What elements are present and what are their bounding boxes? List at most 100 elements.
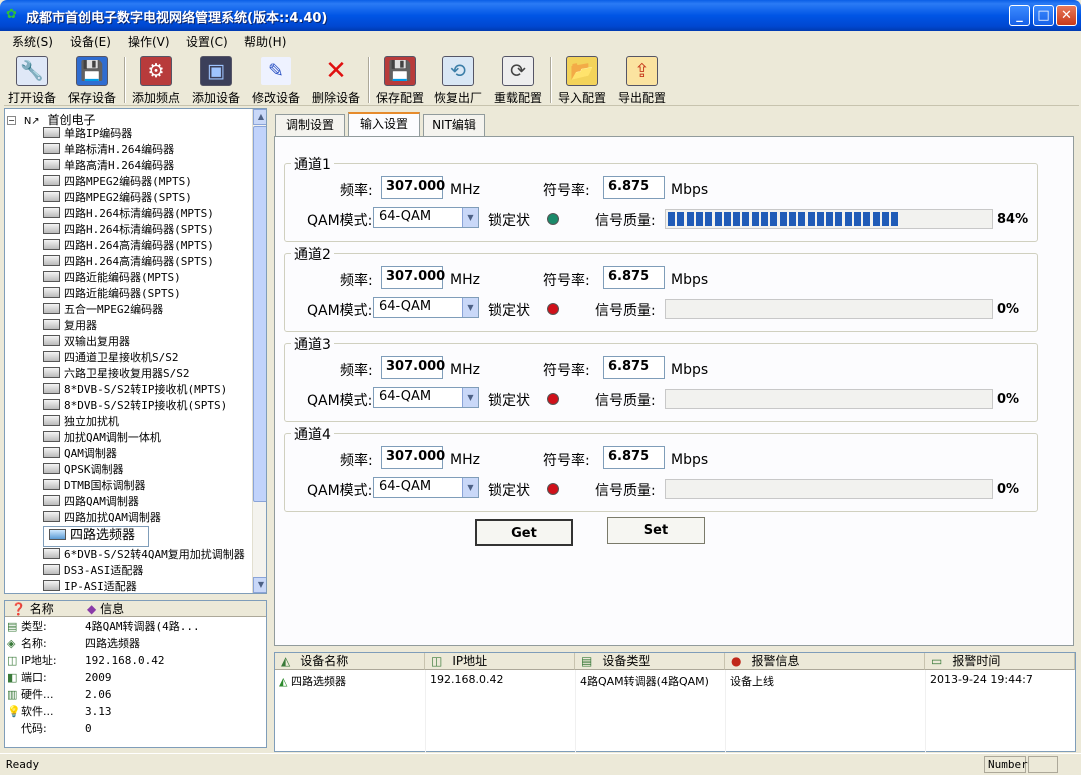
tree-item[interactable]: 四路MPEG2编码器(SPTS) [43, 190, 245, 206]
tree-item[interactable]: 四路近能编码器(SPTS) [43, 286, 245, 302]
tree-item[interactable]: 独立加扰机 [43, 414, 245, 430]
tree-item[interactable]: 8*DVB-S/S2转IP接收机(MPTS) [43, 382, 245, 398]
menu-device[interactable]: 设备(E) [70, 33, 111, 50]
scroll-down-icon[interactable]: ▼ [253, 577, 266, 593]
symbol-rate-unit: Mbps [671, 272, 709, 288]
chevron-down-icon[interactable]: ▼ [462, 478, 478, 497]
add-device-button[interactable]: ▣ 添加设备 [188, 53, 244, 105]
qam-mode-label: QAM模式: [307, 303, 373, 319]
alarm-column-header[interactable]: ▤ 设备类型 [575, 653, 725, 670]
menu-system[interactable]: 系统(S) [12, 33, 53, 50]
qam-mode-select[interactable]: 64-QAM ▼ [373, 477, 479, 498]
scroll-thumb[interactable] [253, 126, 266, 502]
signal-quality-label: 信号质量: [595, 303, 656, 319]
tree-item[interactable]: 复用器 [43, 318, 245, 334]
tree-item[interactable]: 四路QAM调制器 [43, 494, 245, 510]
tree-item[interactable]: 五合一MPEG2编码器 [43, 302, 245, 318]
tree-item[interactable]: DTMB国标调制器 [43, 478, 245, 494]
qam-mode-select[interactable]: 64-QAM ▼ [373, 297, 479, 318]
tree-item-label: 单路高清H.264编码器 [64, 159, 175, 172]
tree-item[interactable]: 六路卫星接收复用器S/S2 [43, 366, 245, 382]
export-config-button[interactable]: ⇪ 导出配置 [614, 53, 670, 105]
frequency-label: 频率: [340, 453, 373, 469]
info-key: 💡软件... [7, 703, 85, 720]
save-device-button[interactable]: 💾 保存设备 [64, 53, 120, 105]
alarm-cell-text: 192.168.0.42 [430, 673, 504, 686]
frequency-input[interactable]: 307.000 [381, 356, 445, 379]
edit-device-button[interactable]: ✎ 修改设备 [248, 53, 304, 105]
close-button[interactable]: ✕ [1056, 5, 1077, 26]
tree-item[interactable]: 四路加扰QAM调制器 [43, 510, 245, 526]
chevron-down-icon[interactable]: ▼ [462, 388, 478, 407]
tree-item[interactable]: 加扰QAM调制一体机 [43, 430, 245, 446]
menu-help[interactable]: 帮助(H) [244, 33, 286, 50]
frequency-input[interactable]: 307.000 [381, 446, 445, 469]
tree-item[interactable]: 四路近能编码器(MPTS) [43, 270, 245, 286]
tree-scrollbar[interactable]: ▲ ▼ [252, 109, 266, 593]
tree-item-label: 四路H.264高清编码器(SPTS) [64, 255, 214, 268]
get-button[interactable]: Get [475, 519, 573, 546]
signal-quality-value: 84% [997, 212, 1029, 227]
save-config-button[interactable]: 💾 保存配置 [372, 53, 428, 105]
tree-item[interactable]: 四路选频器 [43, 526, 149, 547]
tree-item[interactable]: DS3-ASI适配器 [43, 563, 245, 579]
tree-item[interactable]: 四路H.264标清编码器(SPTS) [43, 222, 245, 238]
info-column-header[interactable]: ◆ 信息 [87, 601, 124, 617]
delete-device-button[interactable]: ✕ 删除设备 [308, 53, 364, 105]
menu-operation[interactable]: 操作(V) [128, 33, 170, 50]
alarm-cell-text: 2013-9-24 19:44:7 [930, 673, 1033, 686]
minimize-button[interactable]: _ [1009, 5, 1030, 26]
frequency-input[interactable]: 307.000 [381, 266, 445, 289]
title-bar[interactable]: ✿ 成都市首创电子数字电视网络管理系统(版本::4.40) _ □ ✕ [0, 0, 1081, 31]
symbol-rate-input[interactable]: 6.875 [603, 176, 665, 199]
tree-item[interactable]: 四通道卫星接收机S/S2 [43, 350, 245, 366]
signal-quality-bar [665, 479, 993, 499]
frequency-input[interactable]: 307.000 [381, 176, 445, 199]
tree-item[interactable]: 8*DVB-S/S2转IP接收机(SPTS) [43, 398, 245, 414]
alarm-column-header[interactable]: ● 报警信息 [725, 653, 925, 670]
import-config-button[interactable]: 📂 导入配置 [554, 53, 610, 105]
chevron-down-icon[interactable]: ▼ [462, 208, 478, 227]
eraser-icon: ◆ [87, 602, 97, 616]
alarm-column-header[interactable]: ◫ IP地址 [425, 653, 575, 670]
factory-reset-button[interactable]: ⟲ 恢复出厂 [430, 53, 486, 105]
open-device-button[interactable]: 🔧 打开设备 [4, 53, 60, 105]
name-column-header[interactable]: ❓ 名称 [11, 601, 54, 617]
tree-item[interactable]: 四路H.264高清编码器(SPTS) [43, 254, 245, 270]
signal-quality-value: 0% [997, 482, 1020, 497]
symbol-rate-input[interactable]: 6.875 [603, 266, 665, 289]
scroll-up-icon[interactable]: ▲ [253, 109, 266, 125]
alarm-list[interactable]: ◭ 设备名称 ◫ IP地址 ▤ 设备类型 ● 报警信息 ▭ 报警时间 ◭ 四路选频器 192.168… [274, 652, 1076, 753]
tree-item[interactable]: 四路MPEG2编码器(MPTS) [43, 174, 245, 190]
qam-mode-select[interactable]: 64-QAM ▼ [373, 207, 479, 228]
alarm-column-header[interactable]: ▭ 报警时间 [925, 653, 1075, 670]
tree-item[interactable]: 单路IP编码器 [43, 126, 245, 142]
tree-item[interactable]: 6*DVB-S/S2转4QAM复用加扰调制器 [43, 547, 245, 563]
set-button[interactable]: Set [607, 517, 705, 544]
alarm-column-header[interactable]: ◭ 设备名称 [275, 653, 425, 670]
maximize-button[interactable]: □ [1033, 5, 1054, 26]
reload-config-button[interactable]: ⟳ 重载配置 [490, 53, 546, 105]
symbol-rate-input[interactable]: 6.875 [603, 446, 665, 469]
chevron-down-icon[interactable]: ▼ [462, 298, 478, 317]
tree-item[interactable]: QAM调制器 [43, 446, 245, 462]
tree-item[interactable]: 四路H.264高清编码器(MPTS) [43, 238, 245, 254]
tab-input[interactable]: 输入设置 [348, 112, 420, 136]
collapse-toggle-icon[interactable]: − [7, 116, 16, 125]
tree-item[interactable]: 单路标清H.264编码器 [43, 142, 245, 158]
add-frequency-button[interactable]: ⚙ 添加频点 [128, 53, 184, 105]
device-tree[interactable]: − N↗ 首创电子 单路IP编码器 单路标清H.264编码器 单路高清H.264编码… [4, 108, 267, 594]
tree-item[interactable]: IP-ASI适配器 [43, 579, 245, 593]
tree-item[interactable]: 双输出复用器 [43, 334, 245, 350]
qam-mode-select[interactable]: 64-QAM ▼ [373, 387, 479, 408]
tree-item[interactable]: 单路高清H.264编码器 [43, 158, 245, 174]
tab-nit[interactable]: NIT编辑 [423, 114, 485, 136]
tree-item-label: 6*DVB-S/S2转4QAM复用加扰调制器 [64, 548, 245, 561]
symbol-rate-input[interactable]: 6.875 [603, 356, 665, 379]
tab-modulation[interactable]: 调制设置 [275, 114, 345, 136]
alarm-device-name[interactable]: ◭ 四路选频器 [279, 673, 346, 689]
tree-item[interactable]: QPSK调制器 [43, 462, 245, 478]
tree-item[interactable]: 四路H.264标清编码器(MPTS) [43, 206, 245, 222]
menu-settings[interactable]: 设置(C) [186, 33, 228, 50]
device-icon [43, 255, 60, 266]
